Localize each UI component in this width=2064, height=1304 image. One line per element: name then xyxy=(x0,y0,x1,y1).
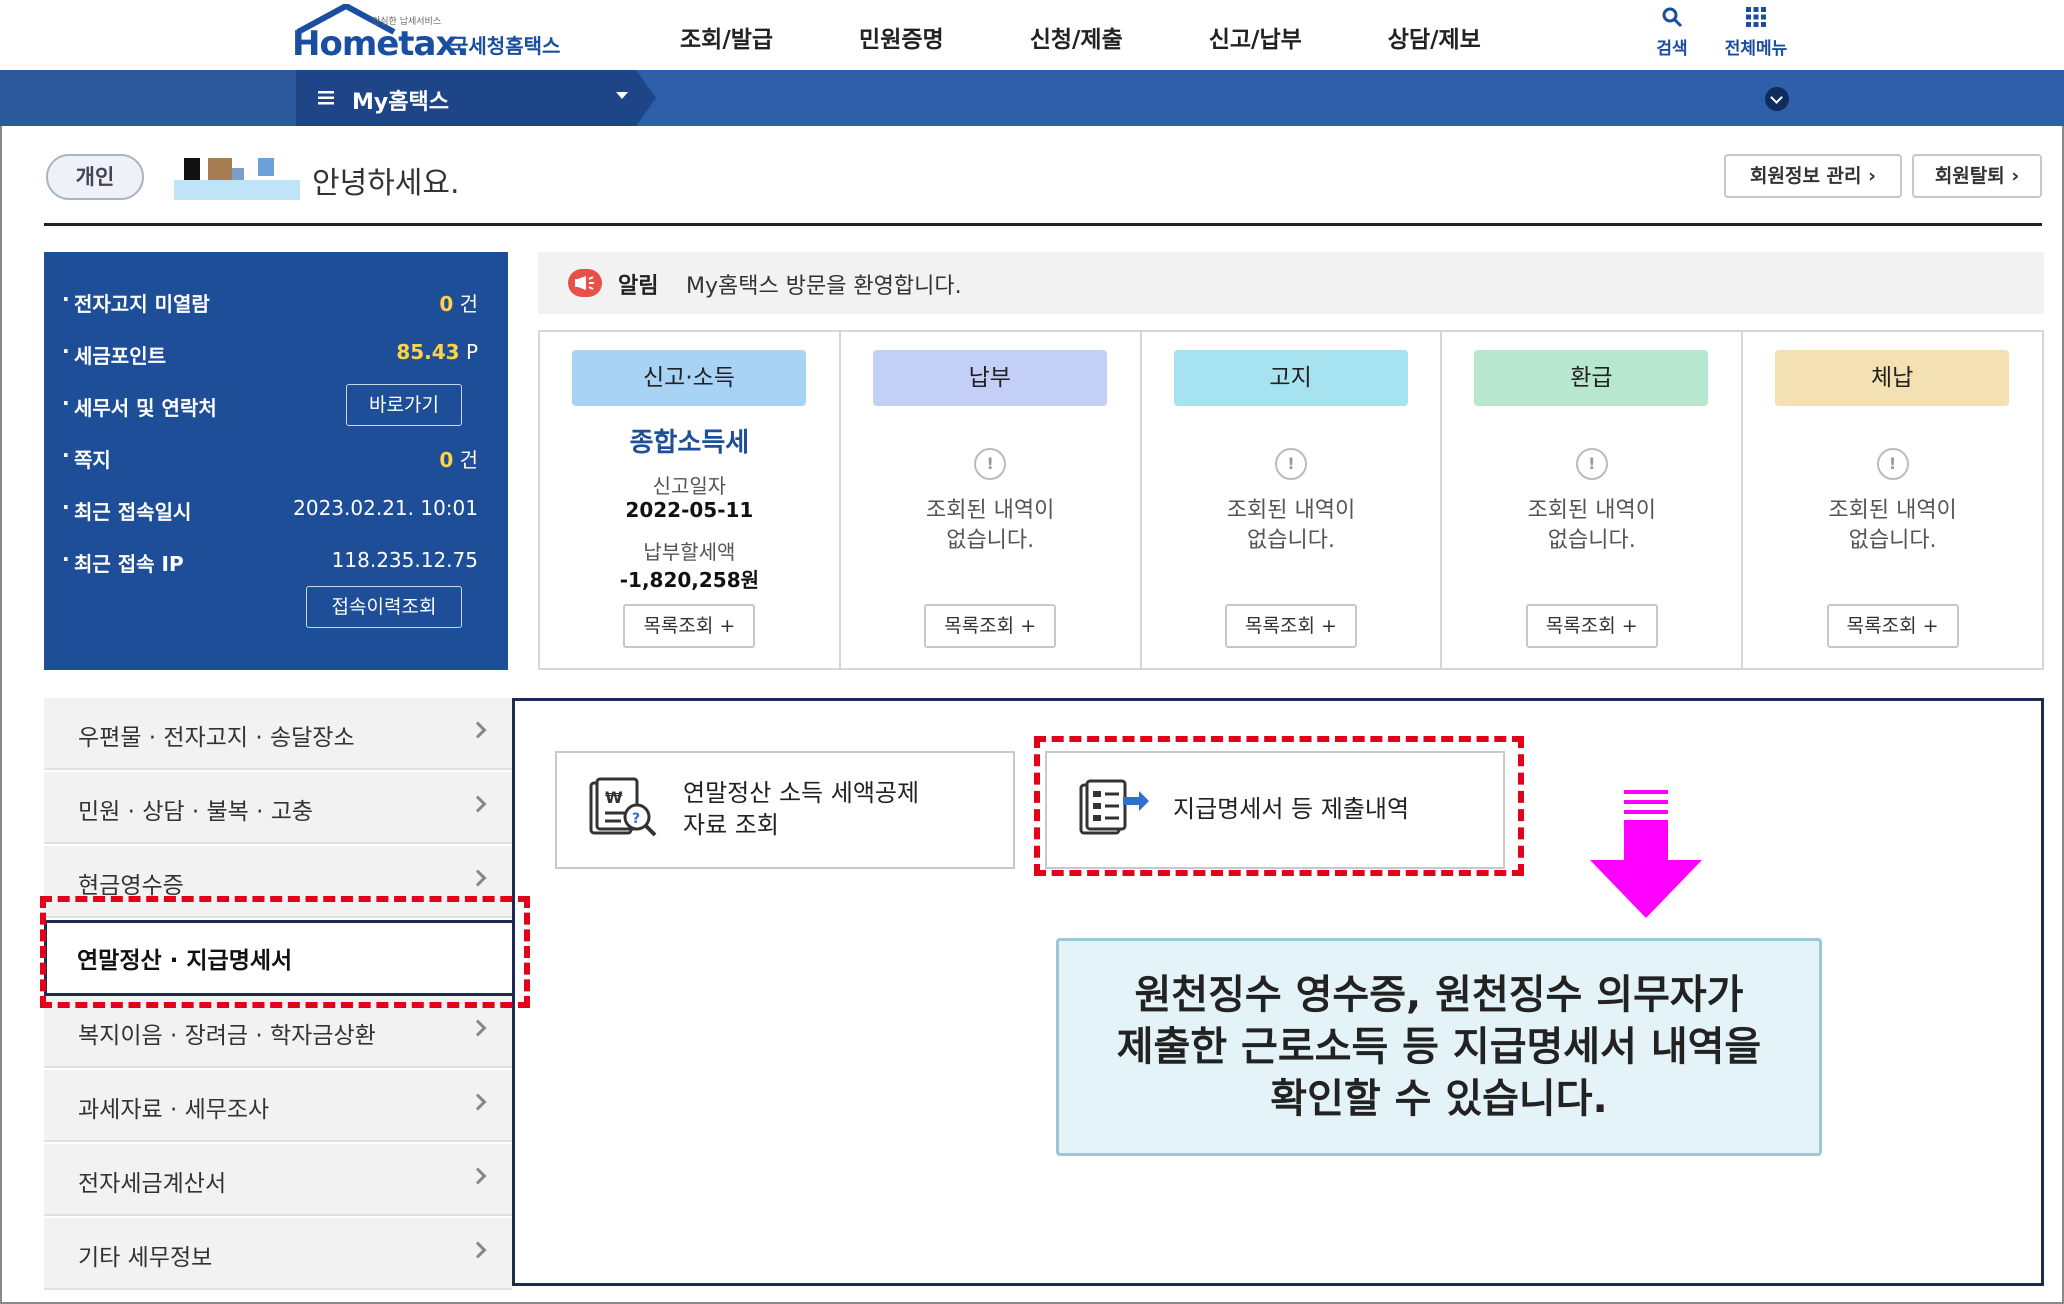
chevron-right-icon xyxy=(470,722,487,739)
svg-text:₩: ₩ xyxy=(605,788,623,807)
down-arrow-icon xyxy=(1590,790,1702,920)
greeting-text: 안녕하세요. xyxy=(312,158,460,202)
info-exclamation-icon: ! xyxy=(974,448,1006,480)
info-exclamation-icon: ! xyxy=(1877,448,1909,480)
access-history-button[interactable]: 접속이력조회 xyxy=(306,586,462,628)
all-menu-button[interactable]: 전체메뉴 xyxy=(1716,6,1796,59)
logo-korean: 국세청홈택스 xyxy=(450,30,560,59)
callout-line-3: 확인할 수 있습니다. xyxy=(1270,1076,1607,1122)
callout-line-1: 원천징수 영수증, 원천징수 의무자가 xyxy=(1135,972,1744,1018)
search-button[interactable]: 검색 xyxy=(1632,6,1712,59)
global-nav: 조회/발급 민원증명 신청/제출 신고/납부 상담/제보 xyxy=(680,20,1567,54)
notice-message: My홈택스 방문을 환영합니다. xyxy=(686,268,962,300)
notice-bar: 알림 My홈택스 방문을 환영합니다. xyxy=(538,252,2044,314)
status-cards: 신고·소득 종합소득세 신고일자 2022-05-11 납부할세액 -1,820… xyxy=(538,330,2044,670)
card-head-notification[interactable]: 고지 xyxy=(1174,350,1408,406)
chevron-right-icon xyxy=(470,796,487,813)
info-tax-points: 세금포인트 85.43 P xyxy=(74,340,478,370)
refund-empty-message: 조회된 내역이없습니다. xyxy=(1442,496,1741,556)
withdraw-button[interactable]: 회원탈퇴 › xyxy=(1912,154,2042,198)
card-notification: 고지 ! 조회된 내역이없습니다. 목록조회 + xyxy=(1142,332,1443,668)
info-unread-notice: 전자고지 미열람 0 건 xyxy=(74,288,478,318)
nav-inquiry[interactable]: 조회/발급 xyxy=(680,20,773,54)
megaphone-icon xyxy=(568,269,602,297)
logo-brand: Hometax. xyxy=(292,24,468,64)
chevron-right-icon xyxy=(470,1168,487,1185)
notice-label: 알림 xyxy=(618,268,658,300)
arrears-empty-message: 조회된 내역이없습니다. xyxy=(1743,496,2042,556)
chevron-right-icon xyxy=(470,870,487,887)
card-report-income: 신고·소득 종합소득세 신고일자 2022-05-11 납부할세액 -1,820… xyxy=(540,332,841,668)
search-label: 검색 xyxy=(1632,34,1712,59)
tax-office-shortcut-button[interactable]: 바로가기 xyxy=(346,384,462,426)
notification-list-button[interactable]: 목록조회 + xyxy=(1225,604,1357,648)
info-memo: 쪽지 0 건 xyxy=(74,444,478,474)
card-payment: 납부 ! 조회된 내역이없습니다. 목록조회 + xyxy=(841,332,1142,668)
chevron-right-icon xyxy=(470,1020,487,1037)
card-head-payment[interactable]: 납부 xyxy=(873,350,1107,406)
notification-empty-message: 조회된 내역이없습니다. xyxy=(1142,496,1441,556)
expand-chevron-icon[interactable] xyxy=(1765,87,1789,111)
card-head-refund[interactable]: 환급 xyxy=(1474,350,1708,406)
svg-text:?: ? xyxy=(632,811,640,827)
info-exclamation-icon: ! xyxy=(1576,448,1608,480)
payment-list-button[interactable]: 목록조회 + xyxy=(924,604,1056,648)
card-refund: 환급 ! 조회된 내역이없습니다. 목록조회 + xyxy=(1442,332,1743,668)
sub-navigation-bar: My홈택스 xyxy=(0,70,2064,126)
member-info-button[interactable]: 회원정보 관리 › xyxy=(1724,154,1902,198)
hometax-logo[interactable]: 안심한 납세서비스 Hometax. 국세청홈택스 xyxy=(292,4,592,64)
nav-certificate[interactable]: 민원증명 xyxy=(859,20,944,54)
my-hometax-selector[interactable] xyxy=(296,70,656,126)
greeting-row: 개인 안녕하세요. 회원정보 관리 › 회원탈퇴 › xyxy=(44,150,2042,226)
callout-line-2: 제출한 근로소득 등 지급명세서 내역을 xyxy=(1117,1024,1762,1070)
tax-point-value[interactable]: 85.43 xyxy=(396,340,459,364)
my-hometax-title[interactable]: My홈택스 xyxy=(352,84,449,116)
year-end-deduction-data-label: 연말정산 소득 세액공제자료 조회 xyxy=(683,777,919,841)
menu-item-civil-appeal[interactable]: 민원 · 상담 · 불복 · 고충 xyxy=(44,772,512,844)
top-header: 안심한 납세서비스 Hometax. 국세청홈택스 조회/발급 민원증명 신청/… xyxy=(0,0,2064,70)
user-info-panel: 전자고지 미열람 0 건 세금포인트 85.43 P 세무서 및 연락처 바로가… xyxy=(44,252,508,670)
report-date-value: 2022-05-11 xyxy=(540,498,839,522)
last-ip-value: 118.235.12.75 xyxy=(332,548,478,572)
info-last-ip: 최근 접속 IP 118.235.12.75 xyxy=(74,548,478,578)
payable-amount-label: 납부할세액 xyxy=(540,536,839,565)
nav-application[interactable]: 신청/제출 xyxy=(1030,20,1123,54)
bluebar-left xyxy=(0,70,296,126)
info-exclamation-icon: ! xyxy=(1275,448,1307,480)
chevron-right-icon xyxy=(470,1094,487,1111)
menu-item-mail-notice[interactable]: 우편물 · 전자고지 · 송달장소 xyxy=(44,698,512,770)
card-head-arrears[interactable]: 체납 xyxy=(1775,350,2009,406)
highlight-menu-year-end xyxy=(40,896,530,1008)
unread-count[interactable]: 0 xyxy=(439,292,453,316)
chevron-right-icon xyxy=(470,1242,487,1259)
report-list-button[interactable]: 목록조회 + xyxy=(623,604,755,648)
all-menu-label: 전체메뉴 xyxy=(1716,34,1796,59)
card-arrears: 체납 ! 조회된 내역이없습니다. 목록조회 + xyxy=(1743,332,2042,668)
nav-consult[interactable]: 상담/제보 xyxy=(1388,20,1481,54)
info-last-login: 최근 접속일시 2023.02.21. 10:01 xyxy=(74,496,478,526)
nav-report-pay[interactable]: 신고/납부 xyxy=(1209,20,1302,54)
menu-item-tax-audit[interactable]: 과세자료 · 세무조사 xyxy=(44,1070,512,1142)
menu-item-e-invoice[interactable]: 전자세금계산서 xyxy=(44,1144,512,1216)
search-icon xyxy=(1661,6,1683,28)
payment-empty-message: 조회된 내역이없습니다. xyxy=(841,496,1140,556)
arrears-list-button[interactable]: 목록조회 + xyxy=(1827,604,1959,648)
masked-user-name xyxy=(174,154,300,200)
card-head-report[interactable]: 신고·소득 xyxy=(572,350,806,406)
user-type-badge: 개인 xyxy=(46,154,144,200)
report-date-label: 신고일자 xyxy=(540,470,839,499)
dropdown-caret-icon[interactable] xyxy=(616,92,628,99)
highlight-submission-button xyxy=(1034,736,1524,876)
explanation-callout: 원천징수 영수증, 원천징수 의무자가 제출한 근로소득 등 지급명세서 내역을… xyxy=(1056,938,1822,1156)
refund-list-button[interactable]: 목록조회 + xyxy=(1526,604,1658,648)
grid-menu-icon xyxy=(1745,6,1767,28)
menu-item-other-info[interactable]: 기타 세무정보 xyxy=(44,1218,512,1290)
payable-amount-value: -1,820,258원 xyxy=(540,564,839,593)
year-end-deduction-data-button[interactable]: ₩ ? 연말정산 소득 세액공제자료 조회 xyxy=(555,751,1015,869)
income-tax-title[interactable]: 종합소득세 xyxy=(540,422,839,459)
document-won-search-icon: ₩ ? xyxy=(585,777,661,841)
last-login-value: 2023.02.21. 10:01 xyxy=(293,496,478,520)
hamburger-icon xyxy=(318,90,334,106)
memo-count[interactable]: 0 xyxy=(439,448,453,472)
